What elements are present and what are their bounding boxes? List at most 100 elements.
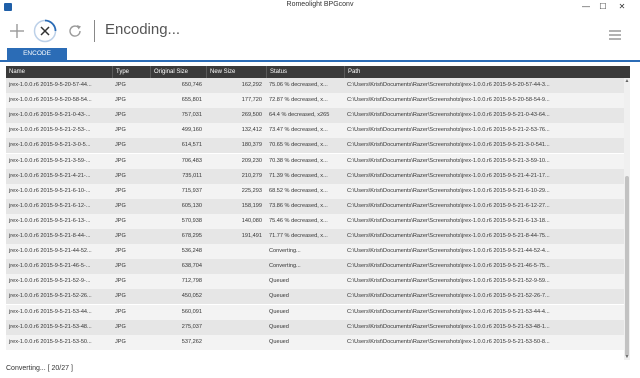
cell-original-size: 570,938 xyxy=(181,217,202,224)
table-row[interactable]: jrex-1.0.0.r6 2015-9-5-21-52-26... JPG 450… xyxy=(6,289,624,305)
scroll-up-icon[interactable]: ▲ xyxy=(624,78,630,84)
table-row[interactable]: jrex-1.0.0.r6 2015-9-5-21-53-44... JPG 560… xyxy=(6,304,624,320)
add-button[interactable] xyxy=(4,18,30,44)
toolbar: Encoding... xyxy=(0,14,640,48)
cell-name: jrex-1.0.0.r6 2015-9-5-20-57-44... xyxy=(9,82,92,88)
column-header-status[interactable]: Status xyxy=(266,66,344,78)
table-row[interactable]: jrex-1.0.0.r6 2015-9-5-20-57-44... JPG 650… xyxy=(6,78,624,94)
cell-original-size: 275,037 xyxy=(181,323,202,330)
cell-type: JPG xyxy=(115,338,126,345)
table-row[interactable]: jrex-1.0.0.r6 2015-9-5-20-58-54... JPG 655… xyxy=(6,93,624,109)
cell-new-size xyxy=(206,305,266,320)
cell-new-size xyxy=(206,289,266,304)
cell-path: C:\Users\Krist\Documents\Razer\Screensho… xyxy=(347,308,550,315)
table-row[interactable]: jrex-1.0.0.r6 2015-9-5-21-2-53-... JPG 499… xyxy=(6,123,624,139)
cell-name: jrex-1.0.0.r6 2015-9-5-21-53-44... xyxy=(9,308,92,315)
menu-button[interactable] xyxy=(607,28,623,42)
window-title: Romeolight BPGconv xyxy=(286,1,354,8)
tab-encode[interactable]: ENCODE xyxy=(7,48,67,60)
cell-original-size: 712,798 xyxy=(181,278,202,285)
cell-status: 73.86 % decreased, x... xyxy=(269,202,328,209)
column-header-type[interactable]: Type xyxy=(112,66,150,78)
table-row[interactable]: jrex-1.0.0.r6 2015-9-5-21-3-59-... JPG 706… xyxy=(6,153,624,169)
cell-status: Converting... xyxy=(269,263,301,270)
scroll-down-icon[interactable]: ▼ xyxy=(624,354,630,360)
table-row[interactable]: jrex-1.0.0.r6 2015-9-5-21-6-13-... JPG 570… xyxy=(6,213,624,229)
cell-type: JPG xyxy=(115,202,126,209)
table-row[interactable]: jrex-1.0.0.r6 2015-9-5-21-6-12-... JPG 605… xyxy=(6,198,624,214)
cell-status: Queued xyxy=(269,323,289,330)
cell-new-size: 209,230 xyxy=(241,157,262,164)
cell-original-size: 614,571 xyxy=(181,142,202,149)
column-header-path[interactable]: Path xyxy=(344,66,630,78)
minimize-button[interactable]: — xyxy=(579,1,593,12)
cell-original-size: 638,704 xyxy=(181,263,202,270)
vertical-scrollbar[interactable]: ▲ ▼ xyxy=(624,78,630,360)
cell-path: C:\Users\Krist\Documents\Razer\Screensho… xyxy=(347,323,550,330)
maximize-button[interactable]: ☐ xyxy=(596,1,610,12)
table-row[interactable]: jrex-1.0.0.r6 2015-9-5-21-4-21-... JPG 735… xyxy=(6,168,624,184)
cell-path: C:\Users\Krist\Documents\Razer\Screensho… xyxy=(347,82,550,88)
table-row[interactable]: jrex-1.0.0.r6 2015-9-5-21-6-10-... JPG 715… xyxy=(6,183,624,199)
table-row[interactable]: jrex-1.0.0.r6 2015-9-5-21-53-48... JPG 275… xyxy=(6,319,624,335)
table-row[interactable]: jrex-1.0.0.r6 2015-9-5-21-0-43-... JPG 757… xyxy=(6,108,624,124)
refresh-button[interactable] xyxy=(62,18,88,44)
table-row[interactable]: jrex-1.0.0.r6 2015-9-5-21-46-5-... JPG 638… xyxy=(6,259,624,275)
cell-type: JPG xyxy=(115,263,126,270)
cell-original-size: 499,160 xyxy=(181,127,202,134)
scrollbar-thumb[interactable] xyxy=(625,176,629,356)
cell-status: 71.77 % decreased, x... xyxy=(269,233,328,239)
cell-original-size: 757,031 xyxy=(181,112,202,119)
cell-new-size: 158,199 xyxy=(241,202,262,209)
cell-path: C:\Users\Krist\Documents\Razer\Screensho… xyxy=(347,202,550,209)
table-header: Name Type Original Size New Size Status … xyxy=(6,66,630,78)
cell-status: 73.47 % decreased, x... xyxy=(269,127,328,134)
cell-status: 75.46 % decreased, x... xyxy=(269,217,328,224)
table-row[interactable]: jrex-1.0.0.r6 2015-9-5-21-52-9-... JPG 712… xyxy=(6,274,624,290)
cancel-button[interactable] xyxy=(32,18,58,44)
close-button[interactable]: ✕ xyxy=(615,1,629,12)
table-row[interactable]: jrex-1.0.0.r6 2015-9-5-21-53-50... JPG 537… xyxy=(6,334,624,350)
cell-name: jrex-1.0.0.r6 2015-9-5-20-58-54... xyxy=(9,97,92,104)
cell-new-size xyxy=(206,320,266,335)
cell-original-size: 678,295 xyxy=(181,233,202,239)
cell-new-size xyxy=(206,335,266,350)
column-header-new-size[interactable]: New Size xyxy=(206,66,266,78)
cell-new-size: 140,080 xyxy=(241,217,262,224)
cell-original-size: 715,937 xyxy=(181,187,202,194)
cell-name: jrex-1.0.0.r6 2015-9-5-21-3-0-5... xyxy=(9,142,91,149)
cell-type: JPG xyxy=(115,187,126,194)
table-row[interactable]: jrex-1.0.0.r6 2015-9-5-21-8-44-... JPG 678… xyxy=(6,229,624,245)
table-row[interactable]: jrex-1.0.0.r6 2015-9-5-21-3-0-5... JPG 614… xyxy=(6,138,624,154)
menu-icon xyxy=(609,30,621,40)
cell-new-size: 269,500 xyxy=(241,112,262,119)
cell-status: 75.06 % decreased, x... xyxy=(269,82,328,88)
cell-path: C:\Users\Krist\Documents\Razer\Screensho… xyxy=(347,248,550,255)
cell-name: jrex-1.0.0.r6 2015-9-5-21-6-10-... xyxy=(9,187,91,194)
cell-original-size: 605,130 xyxy=(181,202,202,209)
cell-status: Queued xyxy=(269,338,289,345)
cell-original-size: 450,052 xyxy=(181,293,202,300)
cell-path: C:\Users\Krist\Documents\Razer\Screensho… xyxy=(347,187,550,194)
cell-name: jrex-1.0.0.r6 2015-9-5-21-4-21-... xyxy=(9,172,91,179)
cell-status: 64.4 % decreased, x265 xyxy=(269,112,330,119)
cell-type: JPG xyxy=(115,308,126,315)
cell-status: 71.39 % decreased, x... xyxy=(269,172,328,179)
add-icon xyxy=(10,24,24,38)
cell-new-size: 191,491 xyxy=(241,233,262,239)
cell-type: JPG xyxy=(115,217,126,224)
status-bar: Converting... [ 20/27 ] xyxy=(0,362,640,378)
cell-new-size: 180,379 xyxy=(241,142,262,149)
cell-original-size: 537,262 xyxy=(181,338,202,345)
cell-type: JPG xyxy=(115,278,126,285)
table-row[interactable]: jrex-1.0.0.r6 2015-9-5-21-44-52... JPG 536… xyxy=(6,244,624,260)
column-header-name[interactable]: Name xyxy=(6,66,112,78)
cell-type: JPG xyxy=(115,157,126,164)
cell-type: JPG xyxy=(115,142,126,149)
cell-type: JPG xyxy=(115,293,126,300)
title-bar: Romeolight BPGconv — ☐ ✕ xyxy=(0,0,640,14)
cell-new-size: 132,412 xyxy=(241,127,262,134)
cell-path: C:\Users\Krist\Documents\Razer\Screensho… xyxy=(347,217,550,224)
column-header-original-size[interactable]: Original Size xyxy=(150,66,206,78)
cell-name: jrex-1.0.0.r6 2015-9-5-21-46-5-... xyxy=(9,263,91,270)
